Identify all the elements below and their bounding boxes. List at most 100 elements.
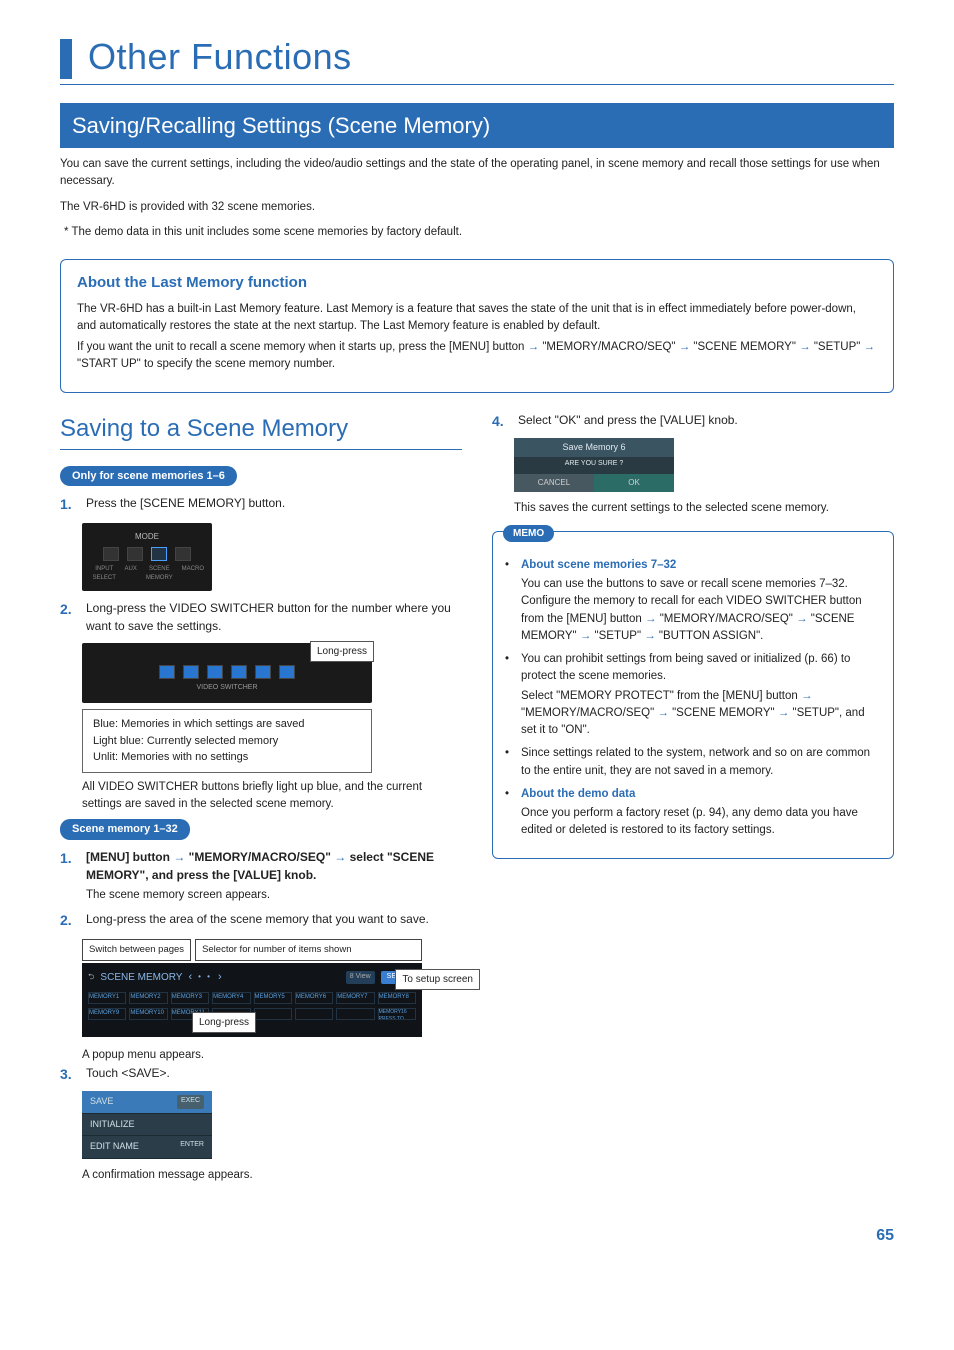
about-title: About the Last Memory function [77,272,877,295]
step-number: 1. [60,494,78,515]
fig-mode-label: MODE [90,531,204,543]
chapter-title: Other Functions [88,30,352,84]
chevron-right-icon: › [218,969,222,986]
exec-badge: EXEC [177,1095,204,1109]
b2-d: "SCENE MEMORY" [669,707,778,719]
accent-bar [60,39,72,79]
scene-memory-button-figure: MODE INPUT SELECT AUX SCENE MEMORY MACRO [82,523,212,591]
fig-label: INPUT SELECT [90,565,119,583]
about-p2-d: "SETUP" [811,341,864,353]
legend-blue: Blue: Memories in which settings are sav… [93,716,361,733]
cancel-button: CANCEL [514,474,594,492]
selector-items-label: Selector for number of items shown [195,939,422,961]
bullet-2-body: Select "MEMORY PROTECT" from the [MENU] … [521,688,881,740]
page-dots: • • [198,971,212,983]
switch-pages-label: Switch between pages [82,939,191,961]
about-p2-a: If you want the unit to recall a scene m… [77,341,528,353]
to-setup-callout: To setup screen [395,969,480,990]
mode-button [103,547,119,561]
scene-header: ⮌ SCENE MEMORY ‹ • • › 8 View SETUP [88,969,416,986]
bullet-1-body: You can use the buttons to save or recal… [521,576,881,645]
mem-label: MEMORY16 [379,1009,407,1015]
mode-button-selected [151,547,167,561]
intro-text-2: The VR-6HD is provided with 32 scene mem… [60,199,894,216]
arrow-icon: → [645,613,657,625]
memory-cell [336,1008,374,1020]
ctx-edit-label: EDIT NAME [90,1140,139,1154]
step-number: 3. [60,1064,78,1085]
about-p2: If you want the unit to recall a scene m… [77,339,877,374]
b2-b: Select "MEMORY PROTECT" from the [MENU] … [521,690,801,702]
press-to-edit: PRESS TO EDIT [379,1016,404,1020]
memory-cell: MEMORY7 [336,992,374,1004]
arrow-icon: → [334,850,346,864]
bullet-3-text: Since settings related to the system, ne… [521,745,881,780]
pill-only-1-6: Only for scene memories 1–6 [60,466,237,487]
step-3-sub: A confirmation message appears. [82,1167,462,1184]
b1-e: "BUTTON ASSIGN". [656,630,764,642]
memory-cell: MEMORY5 [254,992,292,1004]
section-title-bar: Saving/Recalling Settings (Scene Memory) [60,103,894,148]
bullet-dot: • [505,557,515,574]
step-3-text: Touch <SAVE>. [86,1064,462,1085]
bullet-2: • You can prohibit settings from being s… [505,651,881,686]
chapter-header: Other Functions [60,30,894,85]
enter-label: ENTER [180,1140,204,1154]
about-p2-c: "SCENE MEMORY" [690,341,799,353]
bullet-4: • About the demo data [505,786,881,803]
step-3: 3. Touch <SAVE>. [60,1064,462,1085]
step-4-text: Select "OK" and press the [VALUE] knob. [518,411,894,432]
b1-d: "SETUP" [591,630,644,642]
footnote: * The demo data in this unit includes so… [60,224,894,241]
switcher-button [279,665,295,679]
memory-cell: MEMORY3 [171,992,209,1004]
legend-box: Blue: Memories in which settings are sav… [82,709,372,773]
legend-lightblue: Light blue: Currently selected memory [93,733,361,750]
fig-label: MACRO [182,565,204,583]
arrow-icon: → [799,341,811,353]
bullet-1: • About scene memories 7–32 [505,557,881,574]
step-2-sub: All VIDEO SWITCHER buttons briefly light… [82,779,462,814]
view-selector: 8 View [346,971,375,984]
mode-button [175,547,191,561]
memory-cell: MEMORY16PRESS TO EDIT [378,1008,416,1020]
dialog-title: Save Memory 6 [514,438,674,458]
arrow-icon: → [864,341,876,353]
scene-top-row: Switch between pages Selector for number… [82,939,422,961]
step-1b-text: [MENU] button → "MEMORY/MACRO/SEQ" → sel… [86,848,462,904]
switcher-label: VIDEO SWITCHER [90,683,364,694]
scene-memory-screen-figure: Switch between pages Selector for number… [82,939,422,1037]
s1b-b: "MEMORY/MACRO/SEQ" [185,850,334,864]
about-p2-e: "START UP" to specify the scene memory n… [77,358,335,370]
switcher-button [183,665,199,679]
memory-cell: MEMORY4 [212,992,250,1004]
scene-screen: ⮌ SCENE MEMORY ‹ • • › 8 View SETUP MEMO… [82,963,422,1037]
video-switcher-figure: Long-press VIDEO SWITCHER [82,643,372,703]
longpress-callout: Long-press [192,1012,256,1033]
step-number: 2. [60,599,78,635]
bullet-2-text: You can prohibit settings from being sav… [521,651,881,686]
dialog-buttons: CANCEL OK [514,474,674,492]
bullet-4-body: Once you perform a factory reset (p. 94)… [521,805,881,840]
longpress-callout: Long-press [310,641,374,662]
ctx-edit-name: EDIT NAME ENTER [82,1136,212,1159]
bullet-1-title: About scene memories 7–32 [521,557,676,574]
step-1: 1. Press the [SCENE MEMORY] button. [60,494,462,515]
scene-row-1: MEMORY1 MEMORY2 MEMORY3 MEMORY4 MEMORY5 … [88,992,416,1004]
arrow-icon: → [580,630,592,642]
bullet-4-title: About the demo data [521,786,635,803]
bullet-dot: • [505,651,515,686]
fig-label: SCENE MEMORY [143,565,176,583]
about-last-memory-box: About the Last Memory function The VR-6H… [60,259,894,393]
dialog-subtitle: ARE YOU SURE ? [514,457,674,474]
scene-title: SCENE MEMORY [100,970,182,985]
step-1b-sub: The scene memory screen appears. [86,887,462,904]
step-number: 4. [492,411,510,432]
right-column: 4. Select "OK" and press the [VALUE] kno… [492,411,894,1185]
about-p1: The VR-6HD has a built-in Last Memory fe… [77,301,877,336]
mode-button [127,547,143,561]
memory-cell: MEMORY10 [129,1008,167,1020]
page-number: 65 [60,1224,894,1248]
legend-unlit: Unlit: Memories with no settings [93,749,361,766]
step-2b: 2. Long-press the area of the scene memo… [60,910,462,931]
